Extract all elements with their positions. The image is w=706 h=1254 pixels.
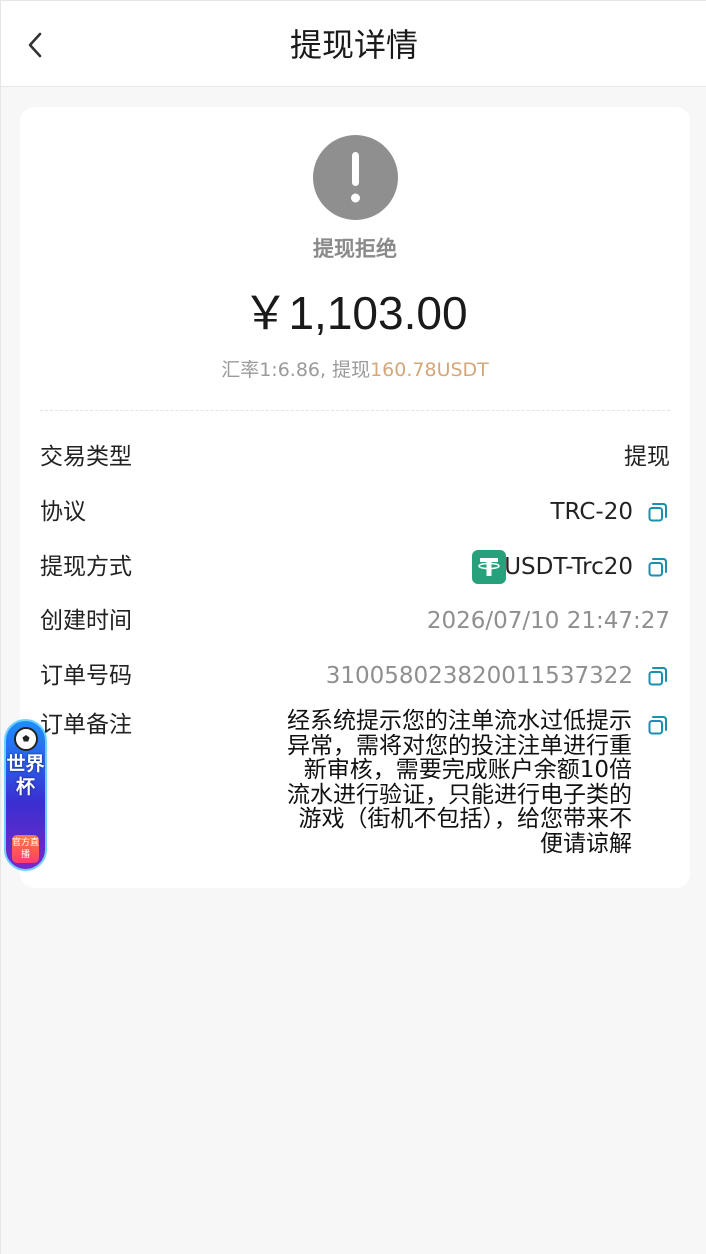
copy-protocol-button[interactable] xyxy=(646,500,670,524)
dashed-divider xyxy=(40,410,670,411)
withdraw-method-value: USDT-Trc20 xyxy=(504,554,633,580)
transaction-type-value: 提现 xyxy=(624,444,670,470)
order-number-value: 310058023820011537322 xyxy=(325,663,633,689)
row-withdraw-method: 提现方式 USDT-Trc20 xyxy=(40,550,670,584)
exclamation-icon xyxy=(313,135,398,220)
copy-method-button[interactable] xyxy=(646,555,670,579)
order-number-label: 订单号码 xyxy=(40,663,132,689)
transaction-type-label: 交易类型 xyxy=(40,444,132,470)
copy-icon xyxy=(648,503,667,522)
created-time-value: 2026/07/10 21:47:27 xyxy=(426,608,670,634)
copy-icon xyxy=(648,558,667,577)
exchange-rate-line: 汇率1:6.86, 提现160.78USDT xyxy=(20,357,690,383)
row-protocol: 协议 TRC-20 xyxy=(40,496,670,528)
copy-order-number-button[interactable] xyxy=(646,664,670,688)
protocol-value: TRC-20 xyxy=(550,499,633,525)
order-remark-label: 订单备注 xyxy=(40,712,132,738)
usdt-amount: 160.78USDT xyxy=(370,359,489,381)
world-cup-live-badge[interactable]: 世界杯 官方直播 xyxy=(4,719,47,871)
withdraw-amount: ￥1,103.00 xyxy=(242,287,468,339)
row-created-time: 创建时间 2026/07/10 21:47:27 xyxy=(40,605,670,637)
tether-logo-icon xyxy=(472,550,506,584)
order-remark-value: 经系统提示您的注单流水过低提示异常，需将对您的投注注单进行重新审核，需要完成账户… xyxy=(287,708,632,857)
world-cup-title: 世界杯 xyxy=(6,753,45,798)
top-navbar: 提现详情 xyxy=(1,1,706,87)
soccer-ball-icon xyxy=(14,727,38,751)
copy-icon xyxy=(648,716,667,735)
row-transaction-type: 交易类型 提现 xyxy=(40,441,670,473)
copy-remark-button[interactable] xyxy=(646,713,670,737)
status-text: 提现拒绝 xyxy=(313,237,397,261)
rate-prefix: 汇率1:6.86, 提现 xyxy=(221,359,371,381)
withdraw-detail-card: 提现拒绝 ￥1,103.00 汇率1:6.86, 提现160.78USDT 交易… xyxy=(20,107,690,888)
withdraw-method-label: 提现方式 xyxy=(40,554,132,580)
protocol-label: 协议 xyxy=(40,499,86,525)
official-live-label: 官方直播 xyxy=(12,835,39,863)
page-title: 提现详情 xyxy=(289,26,418,64)
row-order-remark: 订单备注 经系统提示您的注单流水过低提示异常，需将对您的投注注单进行重新审核，需… xyxy=(40,709,670,859)
row-order-number: 订单号码 310058023820011537322 xyxy=(40,660,670,692)
copy-icon xyxy=(648,667,667,686)
created-time-label: 创建时间 xyxy=(40,608,132,634)
